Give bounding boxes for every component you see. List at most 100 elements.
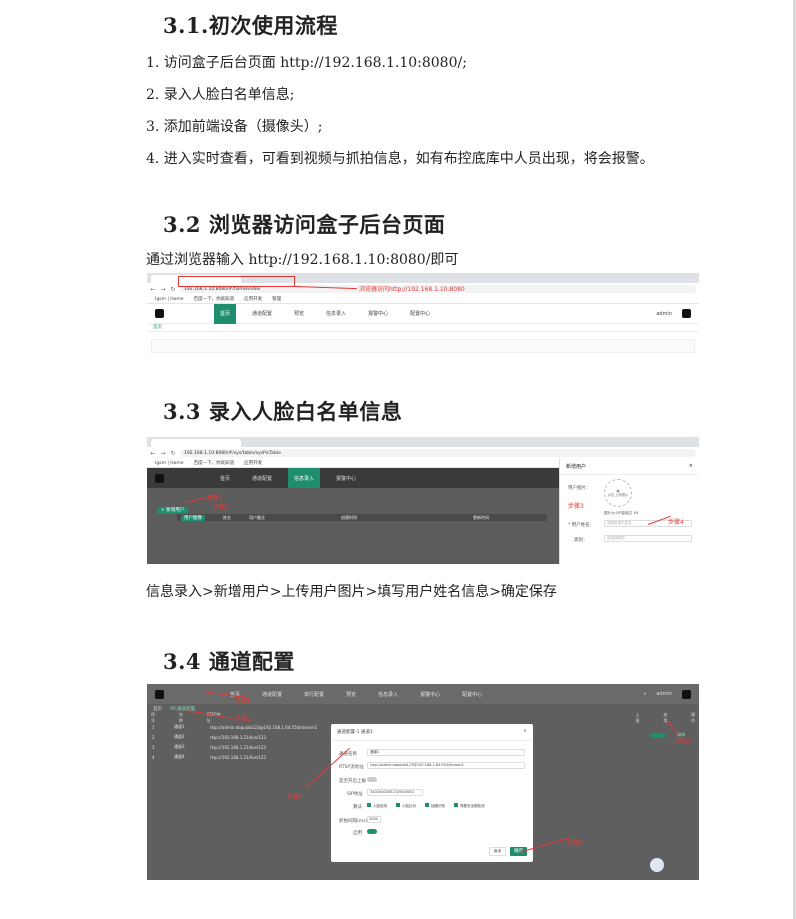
- app-logo: [155, 309, 164, 318]
- menu-alarm: 报警中心: [420, 691, 441, 698]
- enable-toggle: [650, 733, 666, 738]
- section-title-3-4: 3.4 通道配置: [163, 649, 295, 674]
- section-3-desc: 信息录入>新增用户>上传用户图片>填写用户姓名信息>确定保存: [146, 584, 557, 600]
- browser-screenshot-1: ← → ↻ 192.168.1.10:8080/#/home/index Igs…: [147, 273, 699, 353]
- dialog-title: 新增用户: [566, 464, 587, 470]
- menu-single: 单行配置: [304, 691, 325, 698]
- algo-checkbox: 抽烟识别: [425, 803, 445, 809]
- bookmark: Igsm | Home: [155, 460, 184, 466]
- channel-dialog: 通道配置-1 通道1 × 通道名称 通道1 RTSP流地址 rtsp://adm…: [331, 724, 533, 862]
- rtsp-label: RTSP流地址: [339, 765, 364, 770]
- upload-box: ▣ 点击上传图片: [604, 479, 632, 507]
- image-label: 用户图片：: [568, 486, 591, 491]
- section-title-3-2: 3.2 浏览器访问盒子后台页面: [163, 212, 446, 237]
- step-3-label: 步骤3: [568, 503, 584, 510]
- user-avatar: [682, 689, 691, 699]
- table-header: 用户图像 姓名 用户备注 创建时间 更新时间: [177, 514, 547, 521]
- algo-checkbox: 人脸比对: [396, 803, 416, 809]
- close-icon: ×: [688, 463, 693, 469]
- section-title-3-3: 3.3 录入人脸白名单信息: [163, 399, 403, 424]
- bookmark: Igsm | Home: [155, 296, 184, 302]
- browser-tabbar: [147, 437, 699, 447]
- rtsp-input: rtsp://admin:daqulab123@192.168.1.64:554…: [367, 762, 525, 769]
- upload-hint: 图片大小不能超过 1M: [604, 511, 639, 515]
- step-4-label: 步骤4: [287, 794, 303, 801]
- step-2-label: 步骤2: [235, 716, 251, 723]
- bookmark: 百度一下，你就知道: [193, 297, 235, 302]
- enable-label: 启用: [353, 831, 362, 836]
- browser-url-row: ← → ↻ 192.168.1.10:8080/#/sys/table/sysP…: [147, 447, 699, 459]
- address-bar: 192.168.1.10:8080/#/sys/table/sysPicTabl…: [180, 449, 696, 457]
- menu-preview: 预览: [294, 311, 305, 317]
- step-4: 4. 进入实时查看，可看到视频与抓拍信息，如有布控底库中人员出现，将会报警。: [146, 151, 654, 167]
- menu-info: 信息录入: [378, 691, 399, 698]
- group-select: 请选择类别: [604, 535, 692, 542]
- menu-home: 首页: [220, 475, 231, 482]
- add-user-dialog: 新增用户 × 用户图片： ▣ 点击上传图片 图片大小不能超过 1M * 用户姓名…: [559, 459, 699, 564]
- bookmark: 应用开发: [244, 461, 263, 466]
- app-logo: [155, 689, 164, 699]
- menu-config: 配置中心: [462, 691, 483, 698]
- report-toggle: [367, 777, 377, 782]
- browser-screenshot-2: ← → ↻ 192.168.1.10:8080/#/sys/table/sysP…: [147, 437, 699, 564]
- step-1: 1. 访问盒子后台页面 http://192.168.1.10:8080/;: [146, 55, 467, 71]
- menu-info: 信息录入: [326, 311, 347, 317]
- channel-config-screenshot: 首页 通道配置 单行配置 预览 信息录入 报警中心 配置中心 ⌕ admin 首…: [147, 684, 699, 880]
- step-3: 3. 添加前端设备（摄像头）;: [146, 119, 323, 135]
- algo-checkboxes: 人脸检测 人脸比对 抽烟识别 佩戴安全帽检测: [367, 803, 485, 809]
- name-input: 通道1: [367, 749, 525, 756]
- menu-preview: 预览: [346, 691, 357, 698]
- step-4-label: 步骤4: [668, 519, 684, 526]
- back-icon: ←: [150, 449, 156, 457]
- url-annotation: 浏览器访问http://192.168.1.10:8080: [359, 286, 465, 293]
- menu-channel: 通道配置: [262, 691, 283, 698]
- menu-channel: 通道配置: [252, 475, 273, 482]
- reload-icon: ↻: [170, 285, 176, 293]
- breadcrumb: 首页 IPC通道配置: [153, 707, 196, 712]
- forward-icon: →: [160, 285, 166, 293]
- section-title-3-1: 3.1.初次使用流程: [163, 13, 338, 38]
- user-name: admin: [656, 310, 672, 317]
- step-5-label: 步骤5: [567, 840, 583, 847]
- user-name: admin: [656, 691, 672, 697]
- add-user-button: + 新增用户: [157, 507, 189, 514]
- floating-assistant-icon: [650, 858, 664, 872]
- step-2: 2. 录入人脸白名单信息;: [146, 87, 295, 103]
- interval-input: 2000: [367, 816, 381, 823]
- bookmark: 管理: [272, 297, 282, 302]
- report-label: 是否开启上报: [339, 779, 366, 784]
- user-avatar: [682, 309, 691, 318]
- enable-toggle-dialog: [367, 829, 377, 834]
- menu-info: 信息录入: [288, 468, 321, 488]
- page-overlay: + 新增用户 用户图像 姓名 用户备注 创建时间 更新时间 步骤1 步骤2: [147, 488, 559, 564]
- algo-checkbox: 人脸检测: [367, 803, 387, 809]
- step-1-label: 步骤1: [207, 495, 223, 502]
- sip-input: 34020000001320000001: [367, 789, 423, 796]
- app-menu-bar: 首页 通道配置 预览 信息录入 报警中心 配置中心 admin: [147, 303, 699, 324]
- url-highlight-box: [178, 276, 295, 287]
- cancel-button: 取消: [489, 847, 506, 856]
- step-2-label: 步骤2: [213, 504, 229, 511]
- name-label: * 用户姓名：: [568, 523, 595, 528]
- menu-alarm: 报警中心: [336, 475, 357, 482]
- back-icon: ←: [150, 285, 156, 293]
- menu-home: 首页: [214, 303, 237, 324]
- menu-alarm: 报警中心: [368, 311, 389, 317]
- section-2-desc: 通过浏览器输入 http://192.168.1.10:8080/即可: [146, 252, 459, 268]
- app-logo: [155, 473, 164, 483]
- step-3-label: 步骤3: [674, 738, 690, 745]
- close-icon: ×: [523, 729, 527, 734]
- menu-channel: 通道配置: [252, 311, 273, 317]
- dialog-title: 通道配置-1 通道1: [337, 730, 373, 735]
- bookmark: 应用开发: [244, 297, 263, 302]
- reload-icon: ↻: [170, 449, 176, 457]
- content-area: [151, 339, 695, 353]
- search-icon: ⌕: [643, 691, 647, 697]
- forward-icon: →: [160, 449, 166, 457]
- breadcrumb: 首页: [147, 324, 699, 332]
- sip-label: SIP地址: [347, 792, 363, 797]
- group-label: 类别：: [574, 538, 588, 543]
- menu-config: 配置中心: [410, 311, 431, 317]
- algo-label: 算法: [353, 805, 362, 810]
- interval-label: 抓拍间隔(ms): [339, 819, 368, 824]
